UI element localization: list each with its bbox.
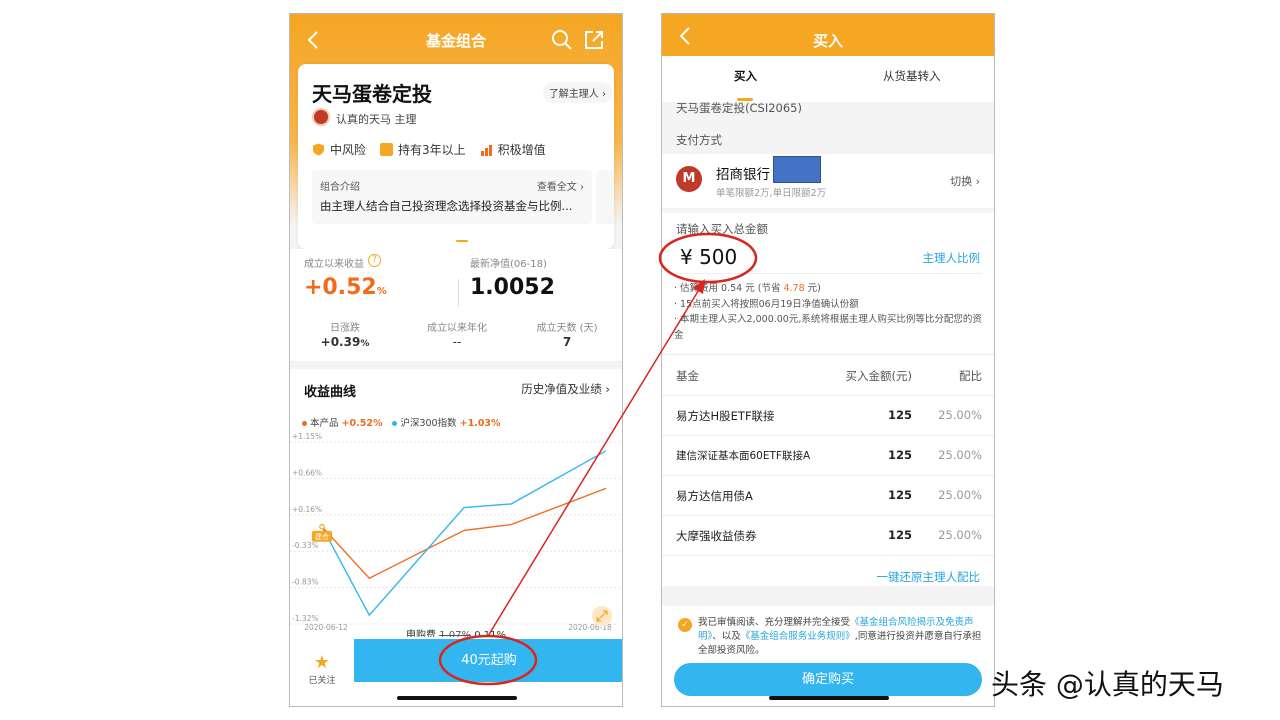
annotation-circle-buy [438, 634, 538, 686]
annotation-arrow-line [487, 287, 701, 637]
annotation-overlay [438, 232, 758, 686]
watermark: 头条 @认真的天马 [991, 668, 1224, 701]
annotation-circle-amount [658, 232, 758, 284]
